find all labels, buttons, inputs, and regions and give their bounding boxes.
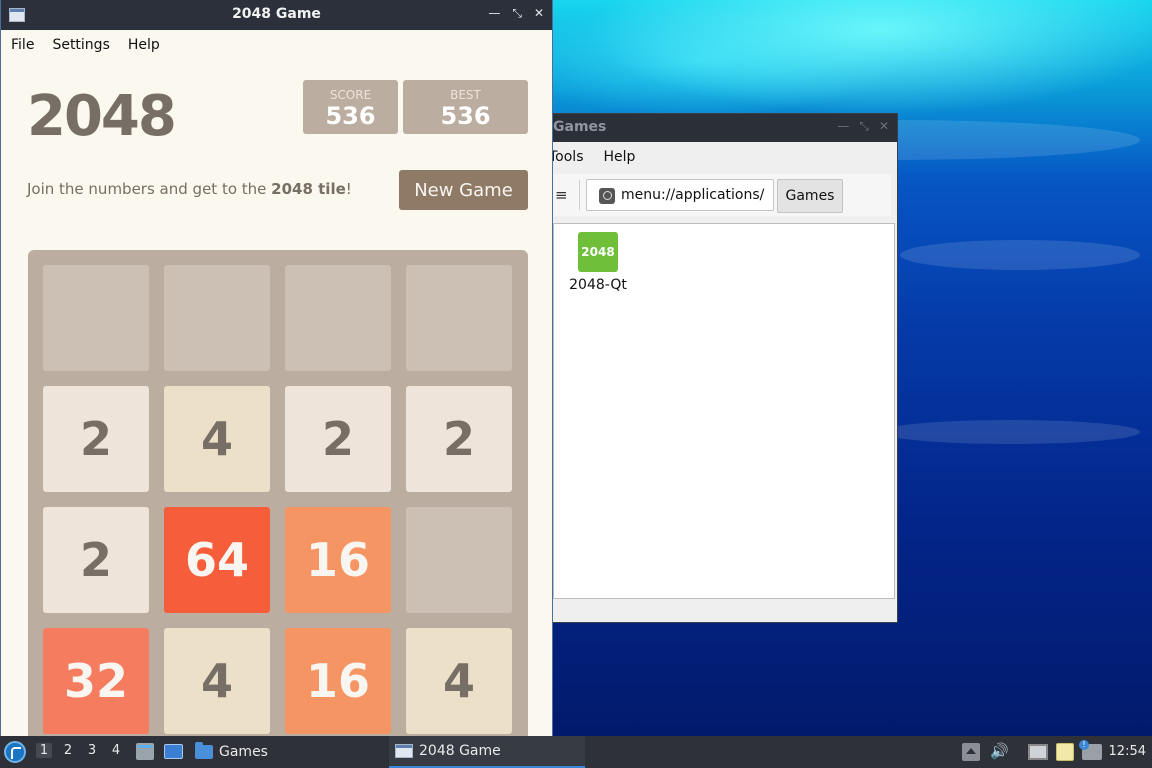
menu-tools[interactable]: Tools xyxy=(553,149,594,165)
tile-r0-c1 xyxy=(164,265,270,371)
score-label: SCORE xyxy=(329,88,372,102)
menu-settings[interactable]: Settings xyxy=(52,37,109,53)
tile-r3-c1: 4 xyxy=(164,628,270,734)
clipboard-icon[interactable] xyxy=(1056,743,1074,761)
window-app-icon xyxy=(395,744,413,758)
game-titlebar[interactable]: 2048 Game — ⤡ ✕ xyxy=(1,0,552,30)
hamburger-menu-icon[interactable]: ≡ xyxy=(555,186,568,204)
tile-r0-c3 xyxy=(406,265,512,371)
score-value: 536 xyxy=(325,102,376,130)
new-game-button[interactable]: New Game xyxy=(399,170,528,210)
start-menu-icon[interactable] xyxy=(4,741,26,763)
wallpaper-highlight xyxy=(880,420,1140,444)
game-logo: 2048 xyxy=(27,84,177,149)
file-manager-title: Games xyxy=(553,119,607,135)
workspace-4[interactable]: 4 xyxy=(108,743,124,758)
tile-r1-c2: 2 xyxy=(285,386,391,492)
menu-file[interactable]: File xyxy=(11,37,34,53)
workspace-1[interactable]: 1 xyxy=(36,743,52,758)
minimize-icon[interactable]: — xyxy=(488,6,500,21)
minimize-icon[interactable]: — xyxy=(837,119,849,134)
tile-r3-c0: 32 xyxy=(43,628,149,734)
workspace-2[interactable]: 2 xyxy=(60,743,76,758)
file-list-area[interactable]: 2048 2048-Qt xyxy=(553,223,895,599)
tray-expand-icon[interactable] xyxy=(962,743,980,761)
app-2048-icon: 2048 xyxy=(578,232,618,272)
taskbar: 1 2 3 4 Games 2048 Game 🔊 12:54 xyxy=(0,736,1152,768)
game-menubar: File Settings Help xyxy=(1,30,552,60)
tile-r1-c3: 2 xyxy=(406,386,512,492)
volume-icon[interactable]: 🔊 xyxy=(990,742,1009,760)
tile-r3-c2: 16 xyxy=(285,628,391,734)
wallpaper-highlight xyxy=(900,240,1140,270)
tile-r3-c3: 4 xyxy=(406,628,512,734)
workspace-3[interactable]: 3 xyxy=(84,743,100,758)
score-box: SCORE 536 xyxy=(303,80,398,134)
app-item-2048-qt[interactable]: 2048 2048-Qt xyxy=(566,232,630,293)
notification-icon[interactable] xyxy=(1079,740,1102,760)
breadcrumb-games-button[interactable]: Games xyxy=(777,179,843,213)
file-manager-window: Games — ⤡ ✕ Tools Help ≡ menu://applicat… xyxy=(552,113,898,623)
tile-r2-c3 xyxy=(406,507,512,613)
best-box: BEST 536 xyxy=(403,80,528,134)
search-icon xyxy=(599,188,615,204)
tile-r0-c0 xyxy=(43,265,149,371)
tile-r2-c0: 2 xyxy=(43,507,149,613)
intro-prefix: Join the numbers and get to the xyxy=(27,180,272,198)
intro-suffix: ! xyxy=(345,180,352,198)
network-icon[interactable] xyxy=(1028,744,1048,760)
game-board[interactable]: 2 4 2 2 2 64 16 32 4 16 4 xyxy=(28,250,528,736)
taskbar-item-label: Games xyxy=(219,744,268,760)
tile-r1-c1: 4 xyxy=(164,386,270,492)
file-manager-menubar: Tools Help xyxy=(553,142,897,172)
path-text: menu://applications/ xyxy=(621,187,765,203)
clock[interactable]: 12:54 xyxy=(1109,744,1146,759)
intro-bold: 2048 tile xyxy=(271,180,346,198)
folder-icon xyxy=(195,742,213,759)
menu-help[interactable]: Help xyxy=(128,37,160,53)
tile-r1-c0: 2 xyxy=(43,386,149,492)
tile-r2-c2: 16 xyxy=(285,507,391,613)
intro-text: Join the numbers and get to the 2048 til… xyxy=(27,180,352,198)
file-manager-launcher-icon[interactable] xyxy=(136,743,154,760)
maximize-icon[interactable]: ⤡ xyxy=(512,6,522,21)
best-label: BEST xyxy=(450,88,481,102)
app-item-label: 2048-Qt xyxy=(569,277,627,293)
close-icon[interactable]: ✕ xyxy=(534,6,544,21)
tile-r0-c2 xyxy=(285,265,391,371)
taskbar-item-2048-game[interactable]: 2048 Game xyxy=(389,736,585,768)
file-manager-toolbar: ≡ menu://applications/ Games xyxy=(553,174,891,216)
taskbar-item-label: 2048 Game xyxy=(419,743,501,759)
game-window-title: 2048 Game xyxy=(232,6,321,22)
maximize-icon[interactable]: ⤡ xyxy=(859,119,869,134)
close-icon[interactable]: ✕ xyxy=(879,119,889,134)
tile-r2-c1: 64 xyxy=(164,507,270,613)
file-manager-titlebar[interactable]: Games — ⤡ ✕ xyxy=(553,114,897,142)
show-desktop-icon[interactable] xyxy=(164,744,183,759)
best-value: 536 xyxy=(440,102,491,130)
menu-help[interactable]: Help xyxy=(594,149,646,165)
status-bar xyxy=(553,600,897,622)
taskbar-item-games[interactable]: Games xyxy=(195,736,375,768)
path-bar[interactable]: menu://applications/ xyxy=(586,179,774,211)
game-window: 2048 Game — ⤡ ✕ File Settings Help 2048 … xyxy=(0,0,553,736)
toolbar-separator xyxy=(579,180,580,210)
